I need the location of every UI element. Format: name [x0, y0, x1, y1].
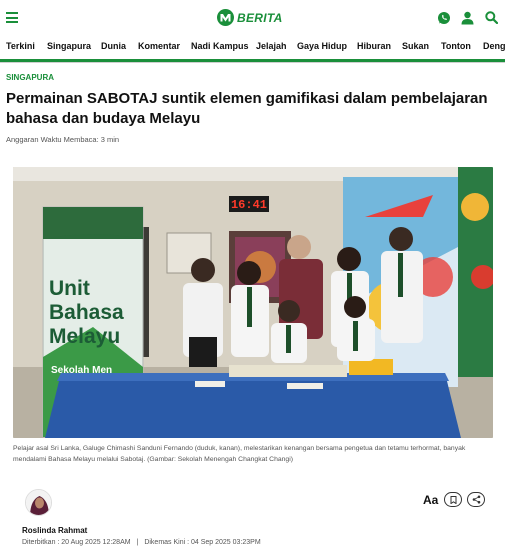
- read-time: Anggaran Waktu Membaca: 3 min: [6, 135, 120, 144]
- published-date: Diterbitkan : 20 Aug 2025 12:28AM: [22, 539, 131, 546]
- nav-item-dunia[interactable]: Dunia: [101, 41, 126, 51]
- bookmark-icon: [450, 495, 456, 504]
- logo-mark-icon: [217, 9, 234, 26]
- nav-item-tonton[interactable]: Tonton: [441, 41, 471, 51]
- nav-shadow: [0, 62, 505, 63]
- nav-item-more[interactable]: Deng: [483, 41, 505, 51]
- photo-caption: Pelajar asal Sri Lanka, Galuge Chimashi …: [13, 445, 466, 463]
- main-nav: Terkini Singapura Dunia Komentar Nadi Ka…: [0, 36, 505, 58]
- nav-item-gaya-hidup[interactable]: Gaya Hidup: [297, 41, 347, 51]
- nav-item-nadi-kampus[interactable]: Nadi Kampus: [191, 41, 249, 51]
- nav-item-terkini[interactable]: Terkini: [6, 41, 35, 51]
- nav-item-jelajah[interactable]: Jelajah: [256, 41, 287, 51]
- bookmark-button[interactable]: [444, 492, 462, 507]
- article-photo: 16:41 Unit Bahasa Melayu Sekolah Men: [13, 167, 493, 438]
- nav-item-singapura[interactable]: Singapura: [47, 41, 91, 51]
- article-dates: Diterbitkan : 20 Aug 2025 12:28AM | Dike…: [22, 539, 261, 546]
- nav-item-komentar[interactable]: Komentar: [138, 41, 180, 51]
- nav-item-sukan[interactable]: Sukan: [402, 41, 429, 51]
- article-headline: Permainan SABOTAJ suntik elemen gamifika…: [6, 90, 488, 127]
- author-name[interactable]: Roslinda Rahmat: [22, 526, 87, 535]
- updated-date: Dikemas Kini : 04 Sep 2025 03:23PM: [144, 539, 261, 546]
- whatsapp-icon[interactable]: [436, 10, 451, 25]
- search-icon[interactable]: [484, 10, 499, 25]
- brand-logo[interactable]: BERITA: [217, 9, 283, 26]
- font-size-button[interactable]: Aa: [423, 493, 439, 507]
- author-avatar[interactable]: [25, 489, 52, 516]
- top-bar: BERITA: [0, 0, 505, 36]
- user-icon[interactable]: [460, 10, 475, 25]
- article-tools: Aa: [423, 492, 485, 507]
- share-button[interactable]: [467, 492, 485, 507]
- menu-icon[interactable]: [6, 12, 18, 23]
- share-icon: [472, 495, 480, 504]
- clock-display: 16:41: [231, 198, 267, 212]
- nav-item-hiburan[interactable]: Hiburan: [357, 41, 391, 51]
- date-separator: |: [136, 539, 139, 546]
- brand-name: BERITA: [237, 10, 283, 25]
- section-label[interactable]: SINGAPURA: [6, 73, 54, 82]
